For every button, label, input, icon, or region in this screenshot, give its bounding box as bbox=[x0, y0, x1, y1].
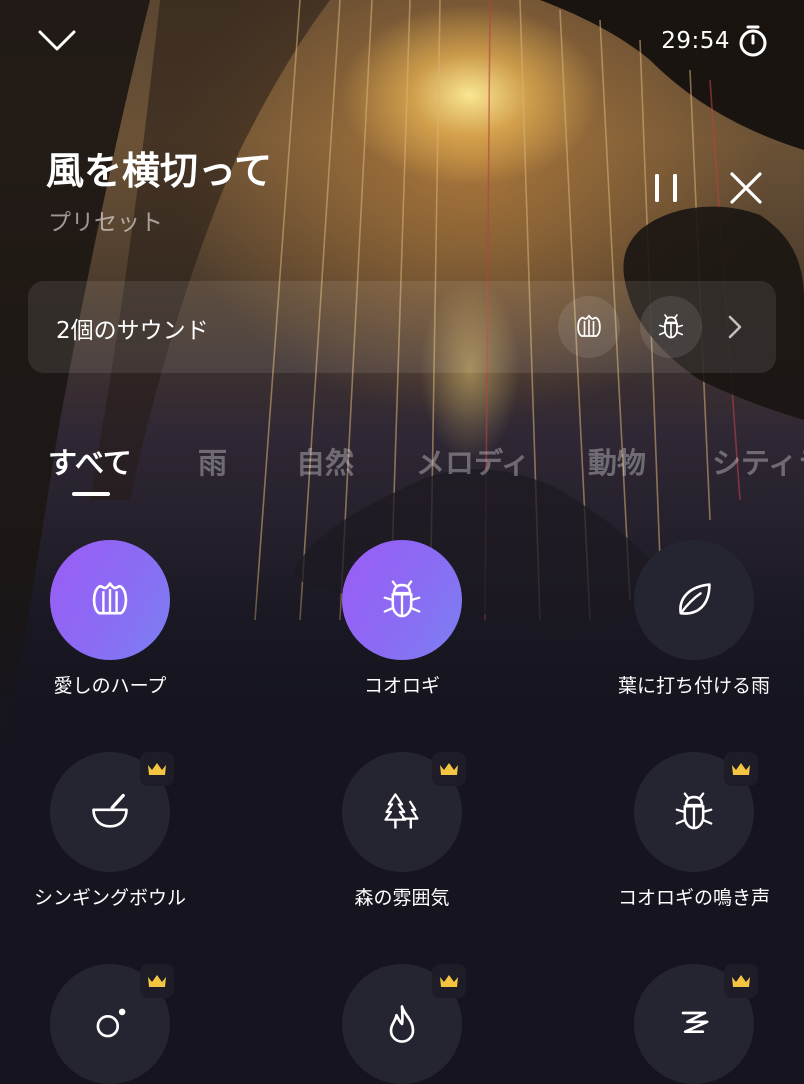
tab-rain[interactable]: 雨 bbox=[198, 440, 227, 482]
preset-title: 風を横切って bbox=[46, 149, 273, 193]
sound-label: シンギングボウル bbox=[33, 887, 186, 909]
active-sounds-bar[interactable]: 2個のサウンド bbox=[28, 281, 776, 373]
active-tab-indicator bbox=[72, 492, 110, 496]
sound-label: 森の雰囲気 bbox=[354, 887, 450, 909]
active-sound-chip-harp[interactable] bbox=[558, 296, 620, 358]
crown-icon bbox=[732, 975, 750, 987]
premium-badge bbox=[140, 752, 174, 786]
premium-badge bbox=[140, 964, 174, 998]
sound-tile[interactable]: 葉に打ち付ける雨 bbox=[594, 540, 794, 740]
tab-nature[interactable]: 自然 bbox=[296, 440, 354, 482]
chevron-right-icon bbox=[728, 315, 742, 339]
forest-icon bbox=[384, 793, 419, 829]
active-sounds-count: 2個のサウンド bbox=[56, 318, 209, 344]
collapse-button[interactable] bbox=[36, 26, 78, 56]
sound-tile[interactable]: 愛しのハープ bbox=[10, 540, 210, 740]
singing-bowl-icon bbox=[92, 793, 128, 828]
sound-button[interactable] bbox=[342, 540, 462, 660]
close-icon bbox=[730, 172, 762, 204]
crown-icon bbox=[440, 975, 458, 987]
category-tabs: すべて 雨 自然 メロディ 動物 シティラ bbox=[0, 440, 804, 500]
bug-icon bbox=[675, 792, 713, 830]
tab-all[interactable]: すべて bbox=[48, 440, 132, 482]
pause-icon bbox=[655, 174, 677, 202]
sound-label: 葉に打ち付ける雨 bbox=[617, 675, 770, 697]
flame-icon bbox=[389, 1005, 415, 1043]
bug-icon bbox=[658, 314, 684, 339]
sun-icon bbox=[96, 1008, 126, 1038]
sounds-bar-chevron[interactable] bbox=[722, 311, 750, 343]
sound-button[interactable] bbox=[634, 540, 754, 660]
close-button[interactable] bbox=[728, 170, 764, 206]
crown-icon bbox=[440, 763, 458, 775]
tab-city[interactable]: シティラ bbox=[712, 440, 804, 482]
premium-badge bbox=[724, 752, 758, 786]
sound-tile[interactable] bbox=[10, 964, 210, 1084]
sound-button[interactable] bbox=[50, 540, 170, 660]
harp-icon bbox=[577, 314, 601, 337]
harp-icon bbox=[92, 582, 128, 615]
sound-label: 愛しのハープ bbox=[53, 675, 167, 697]
sound-tile[interactable]: シンギングボウル bbox=[10, 752, 210, 952]
premium-badge bbox=[724, 964, 758, 998]
pause-button[interactable] bbox=[648, 170, 684, 206]
leaf-icon bbox=[679, 583, 711, 615]
crown-icon bbox=[732, 763, 750, 775]
sound-tile[interactable]: 森の雰囲気 bbox=[302, 752, 502, 952]
active-sound-chip-bug[interactable] bbox=[640, 296, 702, 358]
sound-tile[interactable]: コオロギの鳴き声 bbox=[594, 752, 794, 952]
sound-label: コオロギの鳴き声 bbox=[617, 887, 770, 909]
crown-icon bbox=[148, 975, 166, 987]
crown-icon bbox=[148, 763, 166, 775]
premium-badge bbox=[432, 964, 466, 998]
bug-icon bbox=[383, 580, 421, 618]
premium-badge bbox=[432, 752, 466, 786]
preset-subtitle: プリセット bbox=[48, 210, 163, 236]
stopwatch-icon bbox=[739, 25, 767, 57]
sound-tile[interactable] bbox=[594, 964, 794, 1084]
timer-text: 29:54 bbox=[661, 28, 730, 54]
wind-icon bbox=[681, 1011, 709, 1034]
tab-melody[interactable]: メロディ bbox=[416, 440, 530, 482]
sleep-timer[interactable]: 29:54 bbox=[661, 24, 770, 58]
chevron-down-icon bbox=[38, 30, 76, 51]
sound-label: コオロギ bbox=[363, 675, 440, 697]
sound-tile[interactable] bbox=[302, 964, 502, 1084]
sound-tile[interactable]: コオロギ bbox=[302, 540, 502, 740]
tab-animals[interactable]: 動物 bbox=[588, 440, 646, 482]
